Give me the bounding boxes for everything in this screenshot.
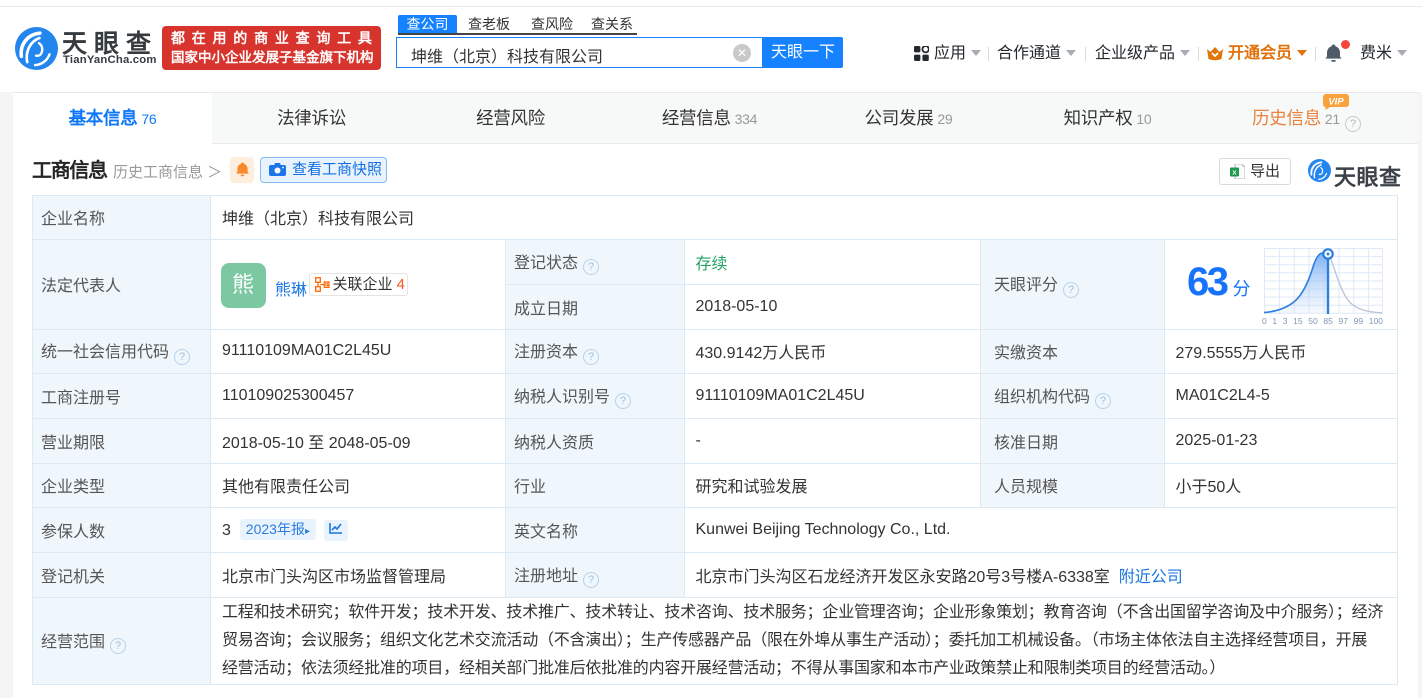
svg-text:企: 企 xyxy=(323,280,329,288)
svg-text:VIP: VIP xyxy=(1328,97,1344,108)
